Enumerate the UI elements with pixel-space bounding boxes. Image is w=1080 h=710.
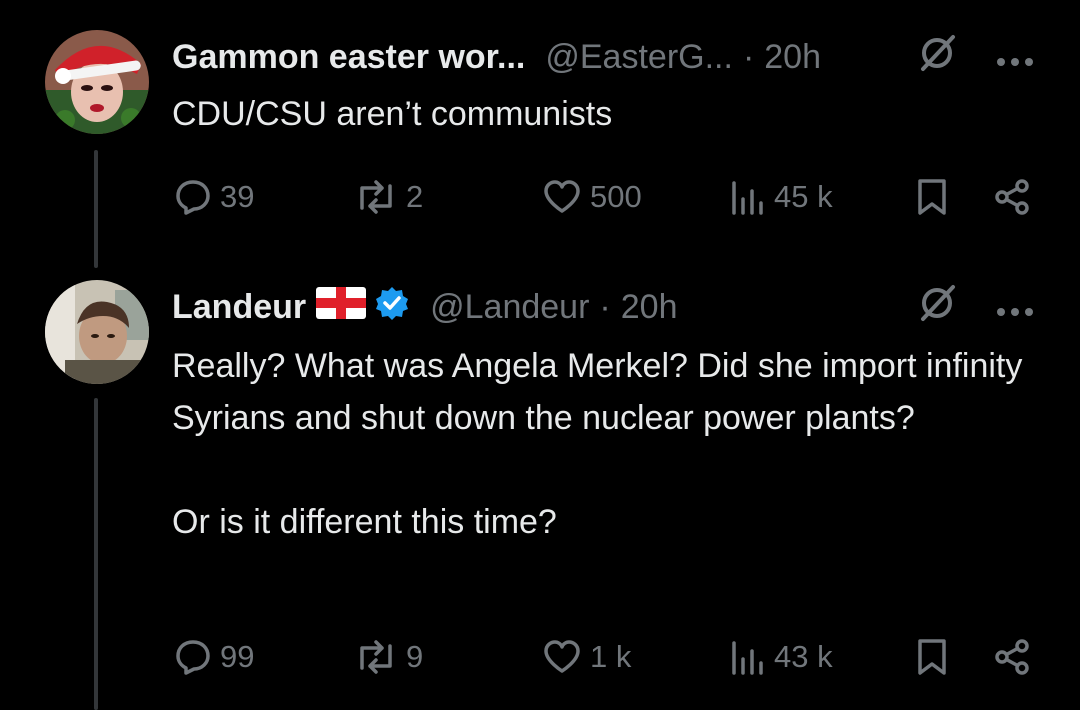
reply-button[interactable]: 99 — [174, 632, 254, 682]
like-button[interactable]: 500 — [542, 172, 642, 222]
england-flag-icon — [316, 286, 367, 328]
display-name[interactable]: Gammon easter wor... — [172, 38, 525, 77]
views-icon — [730, 179, 766, 215]
tweet-header: Gammon easter wor... @EasterG... · 20h — [172, 32, 1040, 82]
header-icons — [917, 32, 1035, 82]
header-icons — [917, 282, 1035, 332]
more-options-icon[interactable] — [995, 288, 1035, 327]
reply-count: 39 — [220, 179, 255, 214]
thread-line-bottom — [94, 398, 98, 710]
tweet-text: CDU/CSU aren’t communists — [172, 95, 613, 133]
thread-line-top — [94, 150, 98, 268]
reply-icon — [174, 638, 212, 676]
grok-icon[interactable] — [917, 33, 957, 82]
repost-button[interactable]: 2 — [354, 172, 423, 222]
handle[interactable]: @EasterG... — [545, 38, 733, 77]
tweet-text: Really? What was Angela Merkel? Did she … — [172, 347, 1023, 541]
repost-icon — [354, 178, 398, 216]
heart-icon — [542, 639, 582, 675]
tweet-header: Landeur @Landeur · 20h — [172, 282, 1040, 332]
views-button[interactable]: 45 k — [730, 172, 833, 222]
timestamp[interactable]: 20h — [621, 288, 678, 327]
more-options-icon[interactable] — [995, 38, 1035, 77]
share-icon — [992, 638, 1032, 676]
share-icon — [992, 178, 1032, 216]
like-count: 500 — [590, 179, 642, 214]
separator-dot: · — [599, 287, 611, 326]
display-name[interactable]: Landeur — [172, 288, 306, 327]
tweet-actions: 39 2 500 45 k — [170, 172, 1040, 222]
bookmark-button[interactable] — [916, 172, 948, 222]
repost-count: 9 — [406, 639, 424, 674]
share-button[interactable] — [992, 632, 1032, 682]
reply-icon — [174, 178, 212, 216]
repost-button[interactable]: 9 — [354, 632, 423, 682]
tweet-actions: 99 9 1 k 43 k — [170, 632, 1040, 682]
handle[interactable]: @Landeur — [430, 288, 589, 327]
repost-count: 2 — [406, 179, 424, 214]
view-count: 43 k — [774, 639, 833, 674]
avatar[interactable] — [45, 280, 149, 384]
verified-badge-icon[interactable] — [374, 285, 410, 330]
views-icon — [730, 639, 766, 675]
like-button[interactable]: 1 k — [542, 632, 631, 682]
timestamp[interactable]: 20h — [764, 38, 821, 77]
heart-icon — [542, 179, 582, 215]
reply-count: 99 — [220, 639, 255, 674]
view-count: 45 k — [774, 179, 833, 214]
avatar[interactable] — [45, 30, 149, 134]
like-count: 1 k — [590, 639, 632, 674]
bookmark-icon — [916, 637, 948, 677]
reply-button[interactable]: 39 — [174, 172, 254, 222]
separator-dot: · — [742, 37, 755, 76]
share-button[interactable] — [992, 172, 1032, 222]
repost-icon — [354, 638, 398, 676]
bookmark-button[interactable] — [916, 632, 948, 682]
grok-icon[interactable] — [917, 283, 957, 332]
views-button[interactable]: 43 k — [730, 632, 833, 682]
bookmark-icon — [916, 177, 948, 217]
